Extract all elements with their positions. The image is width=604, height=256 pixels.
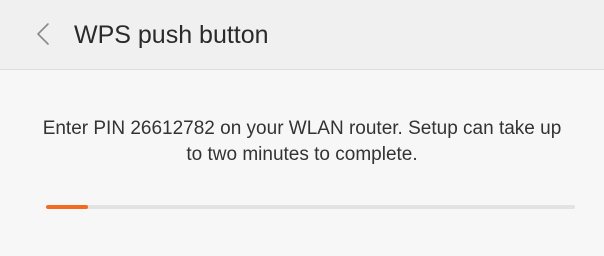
back-button[interactable] <box>30 17 56 51</box>
header-bar: WPS push button <box>0 0 604 70</box>
page-title: WPS push button <box>74 21 269 49</box>
progress-fill <box>46 205 89 209</box>
wps-screen: WPS push button Enter PIN 26612782 on yo… <box>0 0 604 256</box>
pin-instruction-text: Enter PIN 26612782 on your WLAN router. … <box>42 118 562 165</box>
main-content: Enter PIN 26612782 on your WLAN router. … <box>0 70 604 256</box>
chevron-left-icon[interactable] <box>36 22 50 46</box>
progress-bar <box>46 205 575 209</box>
